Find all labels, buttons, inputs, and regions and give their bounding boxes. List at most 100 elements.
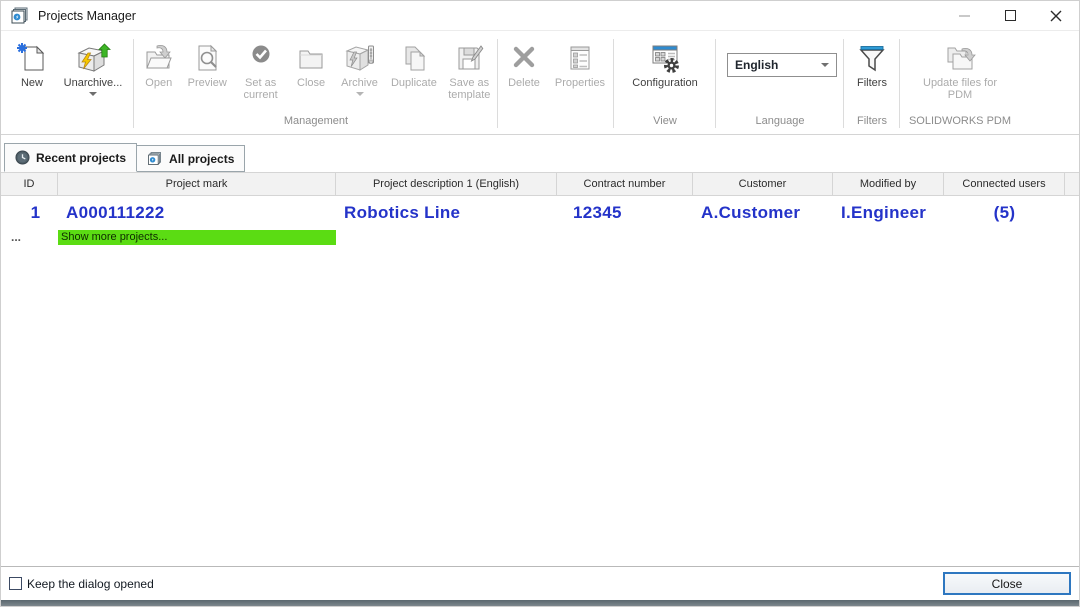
- column-header-description[interactable]: Project description 1 (English): [336, 173, 557, 195]
- projects-stack-icon: [10, 6, 30, 26]
- ribbon-group-create: New Unarchive...: [1, 31, 134, 134]
- column-header-id[interactable]: ID: [1, 173, 58, 195]
- new-button-label: New: [21, 77, 43, 89]
- update-files-icon: [942, 39, 978, 77]
- window-bottom-border: [1, 600, 1079, 606]
- folder-icon: [295, 39, 327, 77]
- group-label-pdm: SOLIDWORKS PDM: [902, 115, 1018, 131]
- more-row-id: ...: [1, 230, 58, 244]
- properties-button[interactable]: Properties: [548, 38, 612, 89]
- unarchive-button[interactable]: Unarchive...: [55, 38, 131, 96]
- save-template-icon: [453, 39, 485, 77]
- set-as-current-label: Set as current: [233, 77, 288, 101]
- close-project-label: Close: [297, 77, 325, 89]
- filters-button-label: Filters: [857, 77, 887, 89]
- title-bar: Projects Manager: [1, 1, 1079, 31]
- maximize-icon: [1005, 10, 1016, 21]
- language-selected-value: English: [735, 58, 778, 72]
- group-label-view: View: [616, 115, 714, 131]
- open-button[interactable]: Open: [136, 38, 182, 89]
- duplicate-button-label: Duplicate: [391, 77, 437, 89]
- delete-button-label: Delete: [508, 77, 540, 89]
- minimize-button[interactable]: [941, 1, 987, 30]
- configuration-gear-icon: [648, 39, 682, 77]
- language-select[interactable]: English: [727, 53, 837, 77]
- configuration-button-label: Configuration: [632, 77, 697, 89]
- unarchive-button-label: Unarchive...: [64, 77, 123, 89]
- filters-button[interactable]: Filters: [846, 38, 898, 89]
- chevron-down-icon[interactable]: [356, 92, 364, 96]
- group-label-management: Management: [136, 115, 496, 131]
- tab-all-projects-label: All projects: [169, 152, 234, 166]
- group-label: [500, 115, 612, 131]
- column-header-contract-number[interactable]: Contract number: [557, 173, 693, 195]
- save-as-template-label: Save as template: [443, 77, 496, 101]
- save-as-template-button[interactable]: Save as template: [443, 38, 496, 101]
- archive-button-label: Archive: [341, 77, 378, 89]
- filter-funnel-icon: [856, 39, 888, 77]
- group-label-filters: Filters: [846, 115, 898, 131]
- check-circle-icon: [245, 39, 277, 77]
- close-project-button[interactable]: Close: [288, 38, 334, 89]
- column-header-filler: [1065, 173, 1079, 195]
- cell-modified-by: I.Engineer: [833, 203, 944, 223]
- tab-strip: Recent projects All projects: [1, 135, 1079, 172]
- column-header-project-mark[interactable]: Project mark: [58, 173, 336, 195]
- dialog-footer: Keep the dialog opened Close: [1, 567, 1079, 600]
- delete-x-icon: [508, 39, 540, 77]
- tab-recent-projects[interactable]: Recent projects: [4, 143, 137, 172]
- new-document-icon: [16, 39, 48, 77]
- clock-icon: [15, 150, 30, 165]
- projects-manager-window: Projects Manager: [0, 0, 1080, 607]
- cell-connected-users: (5): [944, 203, 1065, 223]
- cell-customer: A.Customer: [693, 203, 833, 223]
- show-more-projects-label: Show more projects...: [61, 231, 167, 243]
- tab-recent-projects-label: Recent projects: [36, 151, 126, 165]
- configuration-button[interactable]: Configuration: [619, 38, 711, 89]
- duplicate-icon: [398, 39, 430, 77]
- ribbon-group-filters: Filters Filters: [844, 31, 900, 134]
- preview-icon: [191, 39, 223, 77]
- ribbon-group-edit: Delete: [498, 31, 614, 134]
- update-files-pdm-button[interactable]: Update files for PDM: [912, 38, 1008, 101]
- close-window-button[interactable]: [1033, 1, 1079, 30]
- ribbon-group-view: Configuration View: [614, 31, 716, 134]
- delete-button[interactable]: Delete: [500, 38, 548, 89]
- preview-button[interactable]: Preview: [182, 38, 233, 89]
- ribbon-toolbar: New Unarchive...: [1, 31, 1079, 135]
- duplicate-button[interactable]: Duplicate: [385, 38, 442, 89]
- close-icon: [1049, 9, 1063, 23]
- preview-button-label: Preview: [188, 77, 227, 89]
- window-title: Projects Manager: [38, 9, 136, 23]
- column-header-connected-users[interactable]: Connected users: [944, 173, 1065, 195]
- minimize-icon: [959, 15, 970, 17]
- set-as-current-button[interactable]: Set as current: [233, 38, 288, 101]
- chevron-down-icon[interactable]: [89, 92, 97, 96]
- projects-table: ID Project mark Project description 1 (E…: [1, 172, 1079, 567]
- new-button[interactable]: New: [9, 38, 55, 89]
- cell-project-mark: A000111222: [58, 203, 336, 223]
- unarchive-icon: [74, 39, 112, 77]
- group-label-language: Language: [718, 115, 842, 131]
- show-more-row[interactable]: ... Show more projects...: [1, 229, 1079, 245]
- update-files-pdm-label: Update files for PDM: [912, 77, 1008, 101]
- ribbon-group-pdm: Update files for PDM SOLIDWORKS PDM: [900, 31, 1020, 134]
- open-button-label: Open: [145, 77, 172, 89]
- table-row[interactable]: 1 A000111222 Robotics Line 12345 A.Custo…: [1, 196, 1079, 229]
- keep-dialog-opened-label: Keep the dialog opened: [27, 577, 154, 591]
- properties-icon: [564, 39, 596, 77]
- chevron-down-icon: [821, 63, 829, 67]
- projects-stack-icon: [147, 151, 163, 167]
- keep-dialog-opened-checkbox[interactable]: [9, 577, 22, 590]
- properties-button-label: Properties: [555, 77, 605, 89]
- tab-all-projects[interactable]: All projects: [137, 145, 245, 172]
- cell-description: Robotics Line: [336, 203, 557, 223]
- maximize-button[interactable]: [987, 1, 1033, 30]
- column-header-modified-by[interactable]: Modified by: [833, 173, 944, 195]
- ribbon-group-management: Open Preview: [134, 31, 498, 134]
- close-dialog-button[interactable]: Close: [943, 572, 1071, 595]
- column-header-customer[interactable]: Customer: [693, 173, 833, 195]
- archive-button[interactable]: Archive: [334, 38, 385, 96]
- group-label: [3, 115, 132, 131]
- show-more-projects-link[interactable]: Show more projects...: [58, 230, 336, 245]
